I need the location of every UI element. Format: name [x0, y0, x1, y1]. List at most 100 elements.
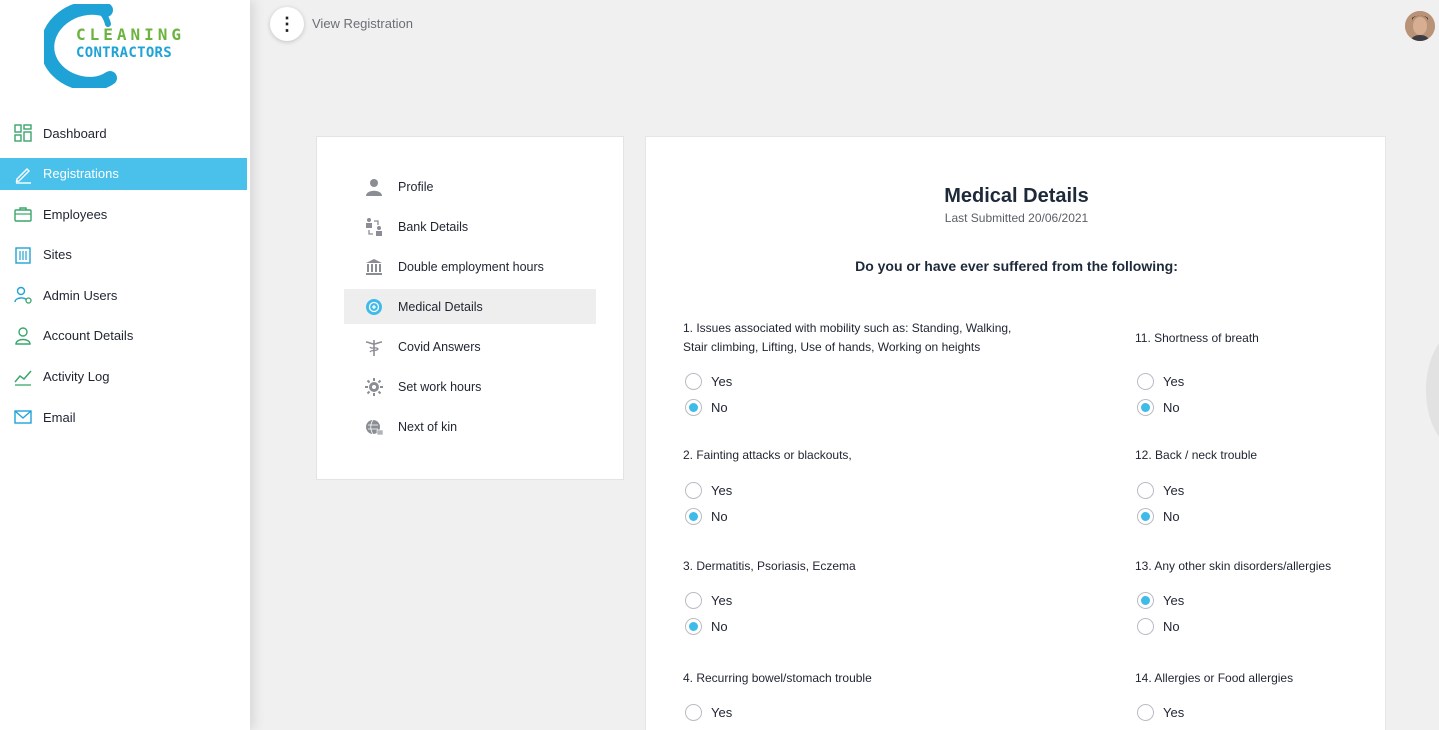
radio-button[interactable] — [1137, 508, 1154, 525]
option-label: Yes — [711, 374, 733, 389]
q11-yes-option[interactable]: Yes — [1137, 373, 1184, 390]
section-item-double-employment-hours[interactable]: Double employment hours — [344, 249, 596, 284]
envelope-icon — [12, 406, 34, 428]
option-label: Yes — [711, 483, 733, 498]
logo-text: CLEANING CONTRACTORS — [76, 26, 185, 62]
radio-button[interactable] — [1137, 618, 1154, 635]
radio-button[interactable] — [1137, 704, 1154, 721]
user-icon — [12, 325, 34, 347]
bank-building-icon — [364, 257, 384, 277]
radio-button[interactable] — [685, 373, 702, 390]
radio-button[interactable] — [685, 508, 702, 525]
building-icon — [12, 244, 34, 266]
q2-yes-option[interactable]: Yes — [685, 482, 732, 499]
user-avatar-icon — [1405, 11, 1435, 41]
sidebar-item-account-details[interactable]: Account Details — [0, 320, 247, 352]
q2-no-option[interactable]: No — [685, 508, 728, 525]
sidebar-item-label: Sites — [43, 247, 72, 263]
logo-line-1: CLEANING — [76, 25, 186, 44]
sidebar-item-email[interactable]: Email — [0, 401, 247, 433]
sidebar-item-label: Email — [43, 409, 76, 425]
option-label: No — [1163, 509, 1180, 524]
q4-yes-option[interactable]: Yes — [685, 704, 732, 721]
q12-yes-option[interactable]: Yes — [1137, 482, 1184, 499]
q13-yes-option[interactable]: Yes — [1137, 592, 1184, 609]
q3-no-option[interactable]: No — [685, 618, 728, 635]
logo: CLEANING CONTRACTORS — [40, 0, 185, 91]
question-12: 12. Back / neck trouble — [1135, 448, 1258, 462]
more-menu-button[interactable]: ⋮ — [270, 7, 304, 41]
logo-line-2: CONTRACTORS — [76, 45, 173, 61]
option-label: No — [711, 619, 728, 634]
sidebar-item-dashboard[interactable]: Dashboard — [0, 117, 247, 149]
vertical-dots-icon: ⋮ — [278, 13, 296, 34]
pencil-icon — [12, 163, 34, 185]
radio-button[interactable] — [685, 482, 702, 499]
q1-no-option[interactable]: No — [685, 399, 728, 416]
option-label: No — [1163, 400, 1180, 415]
sidebar-item-label: Activity Log — [43, 369, 110, 385]
sidebar-nav: Dashboard Registrations Employees Sites … — [0, 117, 250, 442]
medical-details-card: Medical Details Last Submitted 20/06/202… — [645, 136, 1386, 730]
sidebar-item-label: Dashboard — [43, 125, 107, 141]
radio-button[interactable] — [1137, 399, 1154, 416]
question-11: 11. Shortness of breath — [1135, 331, 1259, 345]
radio-button[interactable] — [685, 618, 702, 635]
radio-button[interactable] — [1137, 482, 1154, 499]
question-4: 4. Recurring bowel/stomach trouble — [683, 671, 872, 685]
page-title: Medical Details — [944, 185, 1089, 207]
breadcrumb: View Registration — [312, 16, 413, 31]
radio-button[interactable] — [685, 704, 702, 721]
user-gear-icon — [12, 284, 34, 306]
q11-no-option[interactable]: No — [1137, 399, 1180, 416]
sidebar-item-label: Account Details — [43, 328, 134, 344]
radio-button[interactable] — [685, 592, 702, 609]
sidebar-item-registrations[interactable]: Registrations — [0, 157, 247, 190]
gear-icon — [364, 377, 384, 397]
avatar[interactable] — [1405, 11, 1435, 41]
q13-no-option[interactable]: No — [1137, 618, 1180, 635]
section-item-next-of-kin[interactable]: Next of kin — [344, 409, 596, 444]
section-item-label: Set work hours — [398, 379, 482, 394]
q12-no-option[interactable]: No — [1137, 508, 1180, 525]
section-item-profile[interactable]: Profile — [344, 169, 596, 204]
radio-button[interactable] — [1137, 592, 1154, 609]
section-item-medical-details[interactable]: Medical Details — [344, 289, 596, 324]
briefcase-icon — [12, 203, 34, 225]
section-item-bank-details[interactable]: Bank Details — [344, 209, 596, 244]
option-label: Yes — [711, 705, 733, 720]
section-item-covid-answers[interactable]: Covid Answers — [344, 329, 596, 364]
section-item-set-work-hours[interactable]: Set work hours — [344, 369, 596, 404]
last-submitted-text: Last Submitted 20/06/2021 — [944, 211, 1089, 225]
section-item-label: Next of kin — [398, 419, 458, 434]
sidebar-item-label: Registrations — [43, 166, 119, 182]
option-label: No — [711, 509, 728, 524]
radio-button[interactable] — [1137, 373, 1154, 390]
bank-transfer-icon — [364, 217, 384, 237]
sidebar: CLEANING CONTRACTORS Dashboard Registrat… — [0, 0, 250, 730]
option-label: Yes — [711, 593, 733, 608]
sidebar-item-admin-users[interactable]: Admin Users — [0, 279, 247, 311]
q1-yes-option[interactable]: Yes — [685, 373, 732, 390]
section-menu: Profile Bank Details Double employment h… — [344, 169, 596, 449]
caduceus-icon — [364, 337, 384, 357]
sidebar-item-employees[interactable]: Employees — [0, 198, 247, 230]
section-item-label: Medical Details — [398, 299, 483, 314]
scroll-handle-right — [1426, 330, 1439, 450]
section-item-label: Profile — [398, 179, 434, 194]
sidebar-item-activity-log[interactable]: Activity Log — [0, 361, 247, 393]
sidebar-item-label: Admin Users — [43, 287, 118, 303]
section-menu-card: Profile Bank Details Double employment h… — [316, 136, 624, 480]
radio-button[interactable] — [685, 399, 702, 416]
section-item-label: Double employment hours — [398, 259, 544, 274]
section-item-label: Covid Answers — [398, 339, 481, 354]
q14-yes-option[interactable]: Yes — [1137, 704, 1184, 721]
option-label: Yes — [1163, 374, 1185, 389]
option-label: Yes — [1163, 705, 1185, 720]
globe-person-icon — [364, 417, 384, 437]
q3-yes-option[interactable]: Yes — [685, 592, 732, 609]
question-3: 3. Dermatitis, Psoriasis, Eczema — [683, 559, 856, 573]
sidebar-item-label: Employees — [43, 206, 108, 222]
question-1: 1. Issues associated with mobility such … — [683, 321, 1012, 354]
sidebar-item-sites[interactable]: Sites — [0, 239, 247, 271]
